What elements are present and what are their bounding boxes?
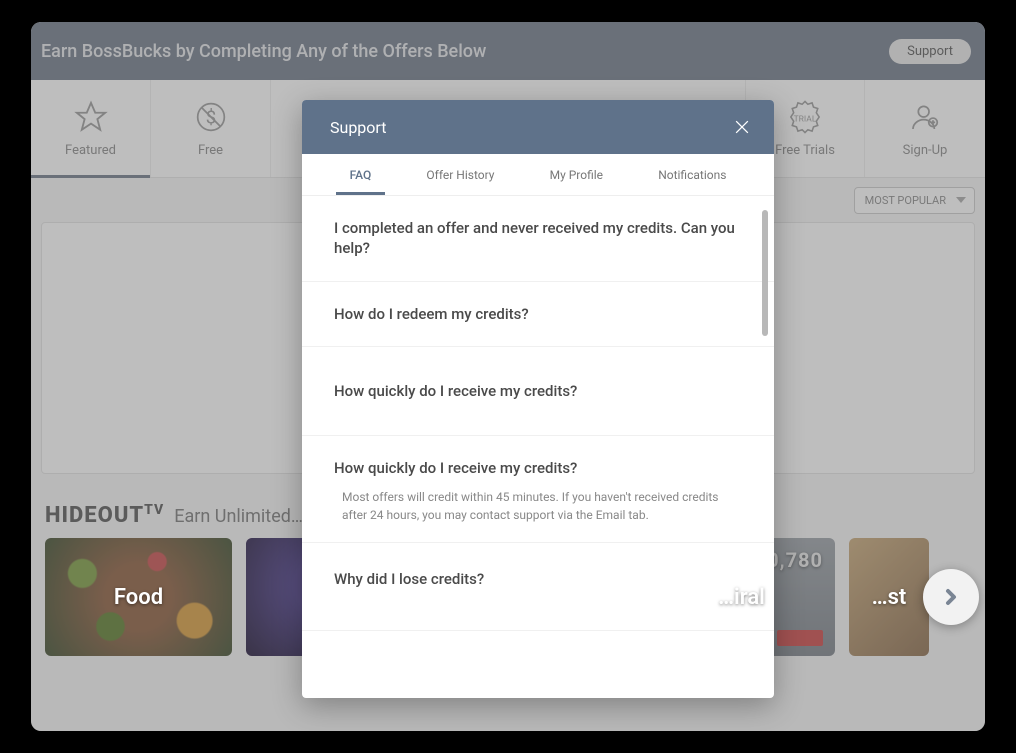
faq-item[interactable]: How do I redeem my credits? [302,282,774,347]
app-frame: Earn BossBucks by Completing Any of the … [31,22,985,731]
modal-tabs: FAQ Offer History My Profile Notificatio… [302,154,774,196]
faq-item[interactable]: Why did I lose credits? [302,543,774,630]
scrollbar-thumb[interactable] [762,210,768,336]
cards-next-button[interactable] [923,569,979,625]
modal-header: Support [302,100,774,154]
modal-tab-offer-history[interactable]: Offer History [418,156,502,194]
faq-question: I completed an offer and never received … [334,218,742,259]
modal-close-button[interactable] [730,115,754,139]
faq-question: How quickly do I receive my credits? [334,381,742,401]
faq-question: How quickly do I receive my credits? [334,458,742,478]
close-icon [732,117,752,137]
faq-item[interactable]: I completed an offer and never received … [302,196,774,282]
support-modal: Support FAQ Offer History My Profile Not… [302,100,774,698]
faq-question: Why did I lose credits? [334,569,742,589]
faq-question: How do I redeem my credits? [334,304,742,324]
card-label: …iral [718,585,765,610]
faq-answer: Most offers will credit within 45 minute… [334,488,742,524]
modal-tab-faq[interactable]: FAQ [342,156,380,194]
card-label: …st [872,585,907,610]
modal-tab-notifications[interactable]: Notifications [650,156,734,194]
faq-item[interactable]: How quickly do I receive my credits? [302,347,774,436]
faq-item-expanded[interactable]: How quickly do I receive my credits? Mos… [302,436,774,543]
faq-list[interactable]: I completed an offer and never received … [302,196,774,698]
modal-title: Support [330,118,386,137]
chevron-right-icon [939,585,963,609]
card-label: Food [114,585,163,610]
modal-tab-my-profile[interactable]: My Profile [542,156,611,194]
